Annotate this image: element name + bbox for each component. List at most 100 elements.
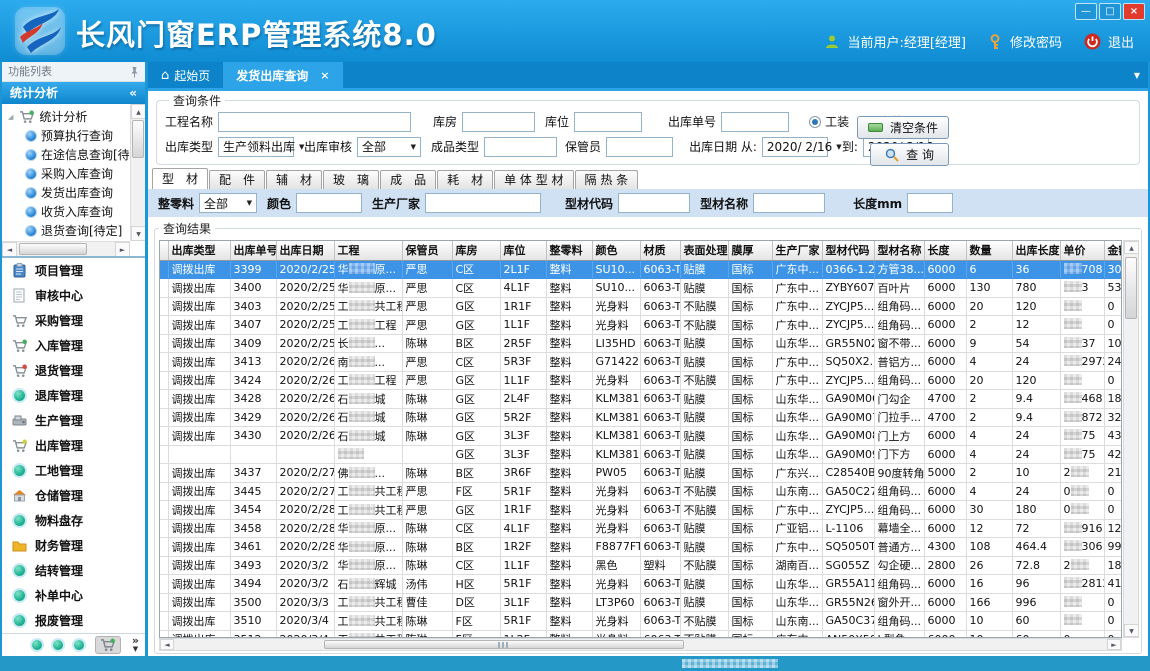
sidebar-item-补单中心[interactable]: 补单中心 (2, 583, 145, 608)
table-row[interactable]: 调拨出库34932020/3/2华原...陈琳C区1L1F整料黑色塑料不贴膜国标… (160, 556, 1122, 575)
table-row[interactable]: 调拨出库34072020/2/25工工程严思G区1L1F整料光身料6063-T5… (160, 316, 1122, 335)
column-header[interactable]: 材质 (640, 241, 680, 260)
sidebar-item-财务管理[interactable]: 财务管理 (2, 533, 145, 558)
stats-group-header[interactable]: 统计分析 « (2, 82, 145, 104)
scroll-left-icon[interactable]: ◄ (2, 242, 17, 257)
column-header[interactable]: 保管员 (402, 241, 452, 260)
material-tab[interactable]: 耗 材 (437, 170, 493, 189)
tree-item[interactable]: 在途信息查询[待 (4, 145, 130, 164)
scroll-down-icon[interactable]: ▼ (1124, 624, 1139, 637)
sidebar-item-退货管理[interactable]: 退货管理 (2, 358, 145, 383)
sidebar-item-物料盘存[interactable]: 物料盘存 (2, 508, 145, 533)
table-row[interactable]: 调拨出库34092020/2/25长...陈琳B区2R5F整料LI35HD606… (160, 334, 1122, 353)
column-header[interactable]: 出库长度 (1012, 241, 1060, 260)
collapse-icon[interactable]: « (129, 82, 137, 104)
sidebar-item-工地管理[interactable]: 工地管理 (2, 458, 145, 483)
material-tab[interactable]: 型 材 (152, 168, 208, 189)
sidebar-item-生产管理[interactable]: 生产管理 (2, 408, 145, 433)
table-row[interactable]: 调拨出库34372020/2/27佛...陈琳B区3R6F整料PW056063-… (160, 464, 1122, 483)
warehouse-input[interactable] (462, 112, 535, 132)
tree-vertical-scrollbar[interactable]: ▲ ▼ (130, 104, 145, 241)
maximize-button[interactable]: □ (1099, 3, 1121, 20)
tree-expander-icon[interactable]: ◢ (8, 113, 13, 121)
sidebar-item-退库管理[interactable]: 退库管理 (2, 383, 145, 408)
tab-shipment-query[interactable]: 发货出库查询 × (223, 62, 342, 88)
column-header[interactable]: 表面处理 (680, 241, 728, 260)
table-row[interactable]: 调拨出库34582020/2/28华原...陈琳C区4L1F整料光身料6063-… (160, 519, 1122, 538)
sidebar-item-出库管理[interactable]: 出库管理 (2, 433, 145, 458)
scroll-right-icon[interactable]: ► (115, 242, 130, 257)
column-header[interactable]: 颜色 (592, 241, 640, 260)
tree-item[interactable]: 预算执行查询 (4, 126, 130, 145)
manufacturer-input[interactable] (425, 193, 541, 213)
material-tab[interactable]: 辅 材 (266, 170, 322, 189)
profile-name-input[interactable] (753, 193, 825, 213)
product-type-input[interactable] (484, 137, 557, 157)
material-tab[interactable]: 配 件 (209, 170, 265, 189)
column-header[interactable]: 金额 (1104, 241, 1122, 260)
table-row[interactable]: 调拨出库34002020/2/25华原...严思C区4L1F整料SU10...6… (160, 279, 1122, 298)
table-row[interactable]: 调拨出库35002020/3/3工共工程曹佳D区3L1F整料LT3P606063… (160, 593, 1122, 612)
table-row[interactable]: 调拨出库34612020/2/28华原...陈琳B区1R2F整料F8877FT6… (160, 538, 1122, 557)
clear-conditions-button[interactable]: 清空条件 (857, 116, 949, 139)
profile-code-input[interactable] (618, 193, 690, 213)
table-row[interactable]: 调拨出库34282020/2/26石城陈琳G区2L4F整料KLM38176063… (160, 390, 1122, 409)
more-buttons-expander[interactable]: »▼ (132, 637, 139, 653)
pin-icon[interactable] (130, 66, 139, 78)
keeper-input[interactable] (606, 137, 673, 157)
tree-vscroll-thumb[interactable] (132, 120, 144, 158)
table-row[interactable]: 调拨出库33992020/2/25华原...严思C区2L1F整料SU10...6… (160, 260, 1122, 279)
scroll-up-icon[interactable]: ▲ (131, 104, 145, 119)
length-input[interactable] (907, 193, 953, 213)
minimize-button[interactable]: — (1075, 3, 1097, 20)
tab-home[interactable]: ⌂ 起始页 (148, 62, 223, 88)
tree-item[interactable]: 退货查询[待定] (4, 221, 130, 240)
column-header[interactable]: 单价 (1060, 241, 1104, 260)
tab-list-dropdown-icon[interactable]: ▼ (1134, 71, 1140, 80)
sidebar-item-结转管理[interactable]: 结转管理 (2, 558, 145, 583)
table-hscroll-thumb[interactable] (324, 640, 684, 649)
close-button[interactable]: × (1123, 3, 1145, 20)
material-tab[interactable]: 隔 热 条 (575, 170, 639, 189)
table-row[interactable]: 调拨出库34302020/2/26石城陈琳G区3L3F整料KLM38176063… (160, 427, 1122, 446)
column-header[interactable]: 型材代码 (822, 241, 874, 260)
column-header[interactable]: 整零料 (546, 241, 592, 260)
tree-item[interactable]: 收货入库查询 (4, 202, 130, 221)
table-vertical-scrollbar[interactable]: ▲ ▼ (1123, 240, 1139, 638)
search-button[interactable]: 查 询 (870, 143, 949, 166)
column-header[interactable]: 数量 (966, 241, 1012, 260)
table-row[interactable]: 调拨出库35122020/3/4工共工程陈琳F区1L2F整料光身料6063-T5… (160, 630, 1122, 638)
table-row[interactable]: 调拨出库34452020/2/27工共工程严思F区5R1F整料光身料6063-T… (160, 482, 1122, 501)
scroll-up-icon[interactable]: ▲ (1124, 241, 1139, 254)
circle-icon[interactable] (53, 640, 63, 650)
date-from-picker[interactable]: 2020/ 2/16▼ (762, 137, 828, 157)
column-header[interactable]: 出库类型 (168, 241, 230, 260)
column-header[interactable]: 生产厂家 (772, 241, 822, 260)
column-header[interactable]: 工程 (334, 241, 402, 260)
scroll-left-icon[interactable]: ◄ (160, 639, 174, 650)
radio-work[interactable]: 工装 (809, 113, 849, 130)
table-row[interactable]: 调拨出库34542020/2/28工共工程严思G区1R1F整料光身料6063-T… (160, 501, 1122, 520)
column-header[interactable]: 库位 (500, 241, 546, 260)
material-tab[interactable]: 玻 璃 (323, 170, 379, 189)
table-row[interactable]: 调拨出库34942020/3/2石辉城汤伟H区5R1F整料光身料6063-T5贴… (160, 575, 1122, 594)
column-header[interactable]: 库房 (452, 241, 500, 260)
circle-icon[interactable] (32, 640, 42, 650)
sidebar-item-入库管理[interactable]: 入库管理 (2, 333, 145, 358)
column-header[interactable]: 长度 (924, 241, 966, 260)
outbound-type-select[interactable]: 生产领料出库▼ (218, 137, 294, 157)
tree-item[interactable]: 发货出库查询 (4, 183, 130, 202)
color-input[interactable] (296, 193, 362, 213)
audit-select[interactable]: 全部▼ (357, 137, 421, 157)
scroll-right-icon[interactable]: ► (1107, 639, 1121, 650)
column-header[interactable]: 出库日期 (276, 241, 334, 260)
change-password-link[interactable]: 修改密码 (1010, 32, 1062, 51)
sidebar-item-项目管理[interactable]: 项目管理 (2, 258, 145, 283)
tree-horizontal-scrollbar[interactable]: ◄ ► (2, 241, 130, 256)
logout-button[interactable]: 退出 (1108, 32, 1134, 51)
tree-root[interactable]: ◢ 统计分析 (4, 107, 130, 126)
tree-hscroll-thumb[interactable] (19, 243, 87, 255)
table-row[interactable]: 调拨出库35102020/3/4工共工程陈琳F区5R1F整料光身料6063-T5… (160, 612, 1122, 631)
close-tab-icon[interactable]: × (320, 69, 329, 82)
table-row[interactable]: 调拨出库34242020/2/26工工程严思G区1L1F整料光身料6063-T5… (160, 371, 1122, 390)
